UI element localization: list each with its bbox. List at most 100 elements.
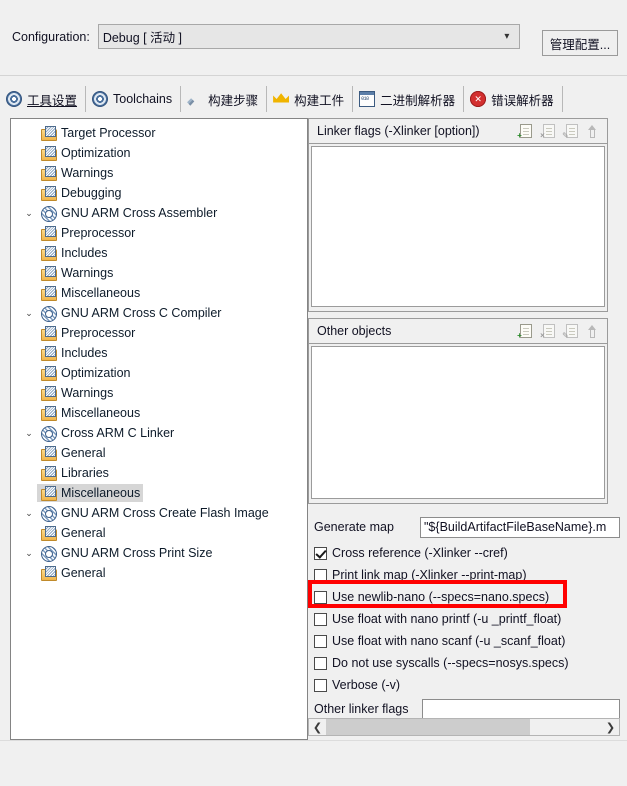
linker-miscellaneous-panel: Linker flags (-Xlinker [option]) + × ✎ O…	[308, 118, 620, 740]
tree-item-label: Warnings	[61, 266, 114, 280]
tree-item[interactable]: ⌄ GNU ARM Cross C Compiler	[11, 303, 307, 323]
preferences-dialog-page: Configuration: Debug [ 活动 ] ▾ 管理配置... 工具…	[0, 0, 627, 786]
chevron-down-icon[interactable]: ⌄	[21, 543, 37, 563]
generate-map-input[interactable]: "${BuildArtifactFileBaseName}.m	[420, 516, 620, 538]
chevron-down-icon[interactable]: ⌄	[21, 503, 37, 523]
chevron-down-icon[interactable]: ⌄	[21, 203, 37, 223]
chevron-right-icon[interactable]: ❯	[602, 719, 619, 735]
checkbox-cross-reference[interactable]: Cross reference (-Xlinker --cref)	[308, 542, 620, 564]
tree-item-label: Optimization	[61, 366, 131, 380]
folder-icon	[40, 385, 58, 401]
tree-item[interactable]: Target Processor	[11, 123, 307, 143]
tree-item[interactable]: Miscellaneous	[11, 403, 307, 423]
tree-item[interactable]: Preprocessor	[11, 223, 307, 243]
edit-icon[interactable]: ✎	[561, 323, 578, 340]
tree-item-content: Miscellaneous	[37, 404, 143, 422]
other-objects-title: Other objects	[317, 324, 392, 338]
linker-flags-list[interactable]	[311, 146, 605, 307]
tree-item[interactable]: Optimization	[11, 143, 307, 163]
tree-item-label: Libraries	[61, 466, 109, 480]
linker-options: Generate map "${BuildArtifactFileBaseNam…	[308, 516, 620, 720]
checkbox-use-float-nano-printf[interactable]: Use float with nano printf (-u _printf_f…	[308, 608, 620, 630]
tree-item-label: Includes	[61, 246, 108, 260]
tree-item[interactable]: ⌄ GNU ARM Cross Print Size	[11, 543, 307, 563]
tree-item-label: Miscellaneous	[61, 486, 141, 500]
tree-item[interactable]: Includes	[11, 243, 307, 263]
other-linker-flags-input[interactable]	[422, 698, 620, 720]
linker-flags-title: Linker flags (-Xlinker [option])	[317, 124, 480, 138]
tree-item[interactable]: General	[11, 563, 307, 583]
linker-flags-group: Linker flags (-Xlinker [option]) + × ✎	[308, 118, 608, 312]
tree-item[interactable]: Miscellaneous	[11, 483, 307, 503]
checkbox-icon[interactable]	[314, 546, 327, 560]
tab-strip: 工具设置 Toolchains 构建步骤 构建工件 二进制解析器 错误解析器	[0, 86, 627, 112]
move-up-icon[interactable]	[584, 323, 601, 340]
checkbox-use-float-nano-scanf[interactable]: Use float with nano scanf (-u _scanf_flo…	[308, 630, 620, 652]
chevron-left-icon[interactable]: ❮	[309, 719, 326, 735]
tree-item-label: Warnings	[61, 166, 114, 180]
tree-item[interactable]: Debugging	[11, 183, 307, 203]
scrollbar-thumb[interactable]	[326, 719, 531, 735]
tree-item-label: Preprocessor	[61, 326, 136, 340]
checkbox-icon[interactable]	[314, 656, 327, 670]
tab-error-parsers[interactable]: 错误解析器	[464, 86, 563, 112]
tab-label: 二进制解析器	[380, 93, 456, 108]
checkbox-label: Use float with nano printf (-u _printf_f…	[332, 612, 562, 626]
tree-item[interactable]: Miscellaneous	[11, 283, 307, 303]
checkbox-print-link-map[interactable]: Print link map (-Xlinker --print-map)	[308, 564, 620, 586]
tree-item[interactable]: Optimization	[11, 363, 307, 383]
tree-item[interactable]: Preprocessor	[11, 323, 307, 343]
edit-icon[interactable]: ✎	[561, 123, 578, 140]
checkbox-icon[interactable]	[314, 678, 327, 692]
add-icon[interactable]: +	[515, 123, 532, 140]
checkbox-icon[interactable]	[314, 612, 327, 626]
tab-toolchains[interactable]: Toolchains	[86, 86, 182, 112]
tree-item[interactable]: ⌄ Cross ARM C Linker	[11, 423, 307, 443]
checkbox-use-newlib-nano[interactable]: Use newlib-nano (--specs=nano.specs)	[308, 586, 620, 608]
tree-item[interactable]: Libraries	[11, 463, 307, 483]
tab-build-artifact[interactable]: 构建工件	[267, 86, 354, 112]
tree-item[interactable]: Includes	[11, 343, 307, 363]
move-up-icon[interactable]	[584, 123, 601, 140]
folder-icon	[40, 445, 58, 461]
tree-item[interactable]: ⌄ GNU ARM Cross Assembler	[11, 203, 307, 223]
tab-tool-settings[interactable]: 工具设置	[0, 86, 87, 112]
add-icon[interactable]: +	[515, 323, 532, 340]
tree-item-label: GNU ARM Cross Assembler	[61, 206, 218, 220]
other-objects-list[interactable]	[311, 346, 605, 499]
checkbox-label: Cross reference (-Xlinker --cref)	[332, 546, 508, 560]
checkbox-do-not-use-syscalls[interactable]: Do not use syscalls (--specs=nosys.specs…	[308, 652, 620, 674]
tab-binary-parsers[interactable]: 二进制解析器	[353, 86, 465, 112]
folder-icon	[40, 345, 58, 361]
tree-item[interactable]: General	[11, 523, 307, 543]
tool-node-icon	[40, 305, 58, 322]
folder-icon	[40, 465, 58, 481]
folder-icon	[40, 525, 58, 541]
settings-tree: Target Processor Optimization Warnings Debu…	[11, 119, 307, 583]
tool-node-icon	[40, 425, 58, 442]
tree-item[interactable]: Warnings	[11, 383, 307, 403]
tree-item[interactable]: Warnings	[11, 163, 307, 183]
configuration-combobox[interactable]: Debug [ 活动 ] ▾	[97, 24, 520, 49]
delete-icon[interactable]: ×	[538, 323, 555, 340]
checkbox-icon[interactable]	[314, 590, 327, 604]
tab-build-steps[interactable]: 构建步骤	[181, 86, 268, 112]
tree-item[interactable]: General	[11, 443, 307, 463]
tree-item[interactable]: ⌄ GNU ARM Cross Create Flash Image	[11, 503, 307, 523]
scrollbar-track[interactable]	[326, 719, 602, 735]
checkbox-verbose[interactable]: Verbose (-v)	[308, 674, 620, 696]
tree-item-label: Miscellaneous	[61, 406, 141, 420]
checkbox-icon[interactable]	[314, 568, 327, 582]
manage-configurations-button[interactable]: 管理配置...	[542, 30, 618, 56]
chevron-down-icon[interactable]: ⌄	[21, 423, 37, 443]
gear-icon	[92, 91, 109, 107]
chevron-down-icon[interactable]: ⌄	[21, 303, 37, 323]
other-objects-toolbar: + × ✎	[515, 323, 605, 340]
tree-item-content: Warnings	[37, 264, 116, 282]
settings-tree-panel[interactable]: Target Processor Optimization Warnings Debu…	[10, 118, 308, 740]
delete-icon[interactable]: ×	[538, 123, 555, 140]
tree-item[interactable]: Warnings	[11, 263, 307, 283]
tree-item-content: Includes	[37, 244, 111, 262]
horizontal-scrollbar[interactable]: ❮ ❯	[308, 718, 620, 736]
checkbox-icon[interactable]	[314, 634, 327, 648]
